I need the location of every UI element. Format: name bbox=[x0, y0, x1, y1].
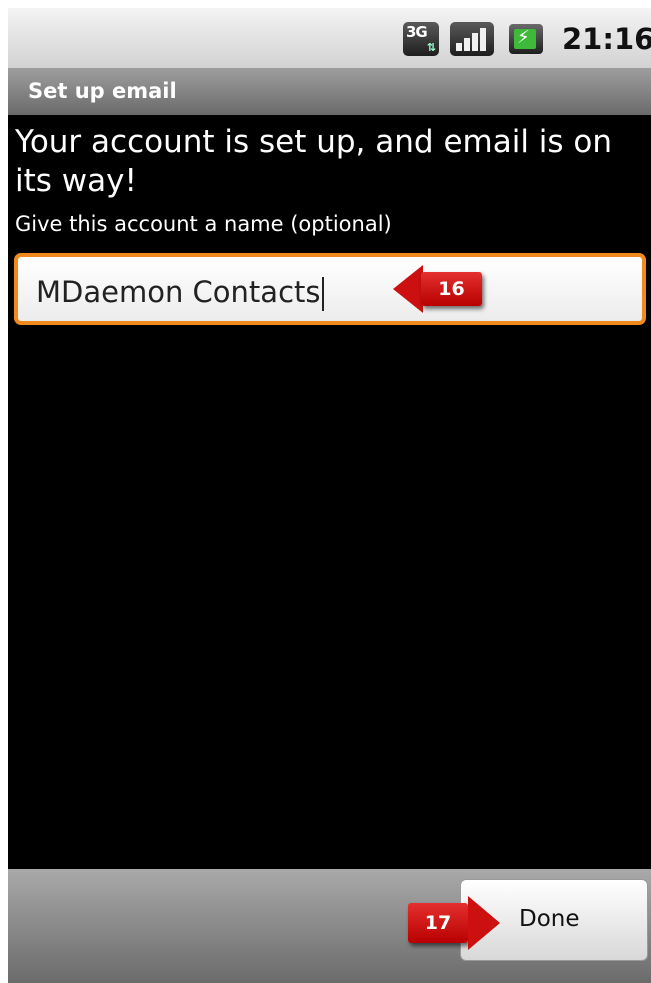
setup-complete-message: Your account is set up, and email is on … bbox=[15, 124, 613, 199]
status-clock: 21:16 bbox=[562, 22, 651, 56]
page-title: Set up email bbox=[28, 79, 177, 103]
step-callout-17: 17 bbox=[408, 903, 468, 943]
text-cursor bbox=[321, 277, 324, 311]
account-name-value: MDaemon Contacts bbox=[36, 275, 324, 311]
battery-charging-icon: ⚡ bbox=[509, 24, 543, 54]
callout-17-arrow-icon bbox=[468, 896, 500, 950]
network-type-label: 3G bbox=[406, 23, 428, 41]
signal-strength-icon bbox=[450, 22, 494, 56]
data-arrows-icon: ⇅ bbox=[426, 41, 436, 54]
callout-16-arrow-icon bbox=[393, 265, 423, 313]
status-bar: 3G ⇅ ⚡ 21:16 bbox=[8, 8, 651, 69]
step-callout-16: 16 bbox=[421, 272, 482, 306]
3g-data-icon: 3G ⇅ bbox=[403, 22, 439, 56]
phone-screen: 3G ⇅ ⚡ 21:16 Set up email Your account i… bbox=[8, 8, 651, 983]
title-bar: Set up email bbox=[8, 69, 651, 115]
account-name-input[interactable]: MDaemon Contacts bbox=[14, 253, 646, 325]
done-button-label: Done bbox=[519, 906, 580, 932]
account-name-label: Give this account a name (optional) bbox=[15, 212, 392, 236]
